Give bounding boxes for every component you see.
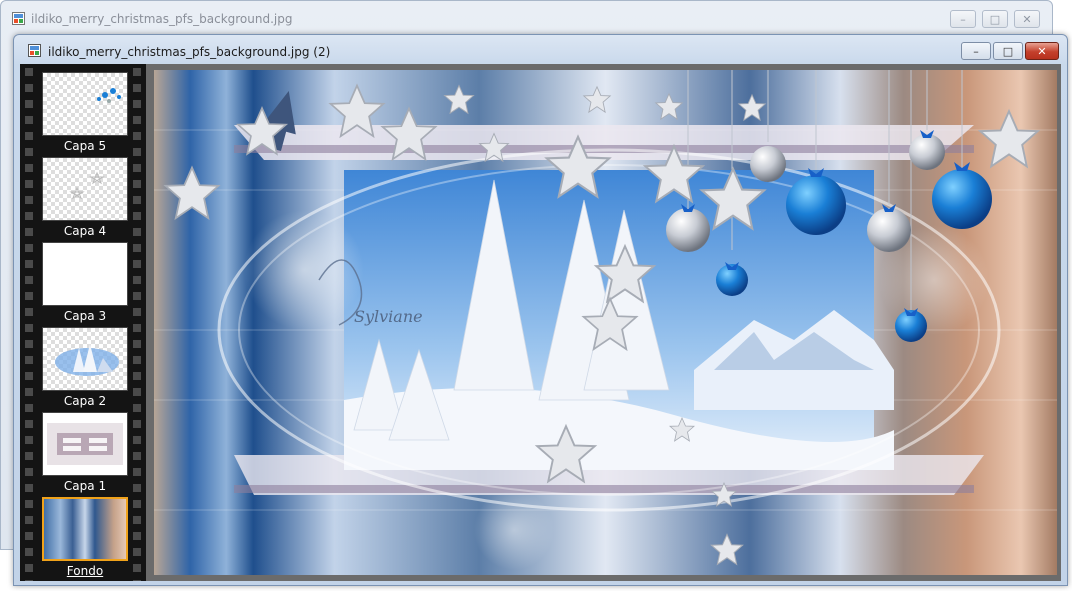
layer-filmstrip: Capa 5 Capa 4 Capa 3 Capa 2 Capa 1 Fondo <box>20 64 146 581</box>
layer-thumbnail[interactable] <box>42 412 128 476</box>
layer-item[interactable]: Capa 1 <box>42 412 128 494</box>
layer-label: Capa 2 <box>63 394 107 408</box>
main-document-window[interactable]: ildiko_merry_christmas_pfs_background.jp… <box>13 34 1068 586</box>
layer-label[interactable]: Fondo <box>42 564 128 579</box>
minimize-button[interactable]: – <box>961 42 991 60</box>
christmas-background-image: Sylviane <box>154 70 1057 575</box>
layer-label: Capa 1 <box>63 479 107 493</box>
film-perforation <box>25 64 33 581</box>
layer-item[interactable]: Capa 4 <box>42 157 128 239</box>
layer-item-active[interactable]: Fondo <box>42 497 128 579</box>
layer-item[interactable]: Capa 5 <box>42 72 128 154</box>
image-canvas[interactable]: Sylviane <box>154 70 1057 575</box>
maximize-button[interactable]: □ <box>993 42 1023 60</box>
minimize-button[interactable]: – <box>950 10 976 28</box>
layer-thumbnail[interactable] <box>42 497 128 561</box>
film-perforation <box>133 64 141 581</box>
layer-thumbnail[interactable] <box>42 72 128 136</box>
main-window-title: ildiko_merry_christmas_pfs_background.jp… <box>48 45 331 59</box>
close-button[interactable]: ✕ <box>1014 10 1040 28</box>
image-file-icon <box>12 12 25 25</box>
layer-label: Capa 4 <box>63 224 107 238</box>
image-file-icon <box>28 44 41 57</box>
background-window-title: ildiko_merry_christmas_pfs_background.jp… <box>31 12 293 26</box>
layer-thumbnail[interactable] <box>42 242 128 306</box>
maximize-button[interactable]: □ <box>982 10 1008 28</box>
layer-item[interactable]: Capa 2 <box>42 327 128 409</box>
layer-label: Capa 5 <box>63 139 107 153</box>
layer-label: Capa 3 <box>63 309 107 323</box>
close-button[interactable]: ✕ <box>1025 42 1059 60</box>
layer-thumbnail[interactable] <box>42 157 128 221</box>
layer-thumbnail[interactable] <box>42 327 128 391</box>
artist-signature: Sylviane <box>354 307 423 326</box>
layer-item[interactable]: Capa 3 <box>42 242 128 324</box>
document-client-area: Capa 5 Capa 4 Capa 3 Capa 2 Capa 1 Fondo… <box>20 64 1061 581</box>
